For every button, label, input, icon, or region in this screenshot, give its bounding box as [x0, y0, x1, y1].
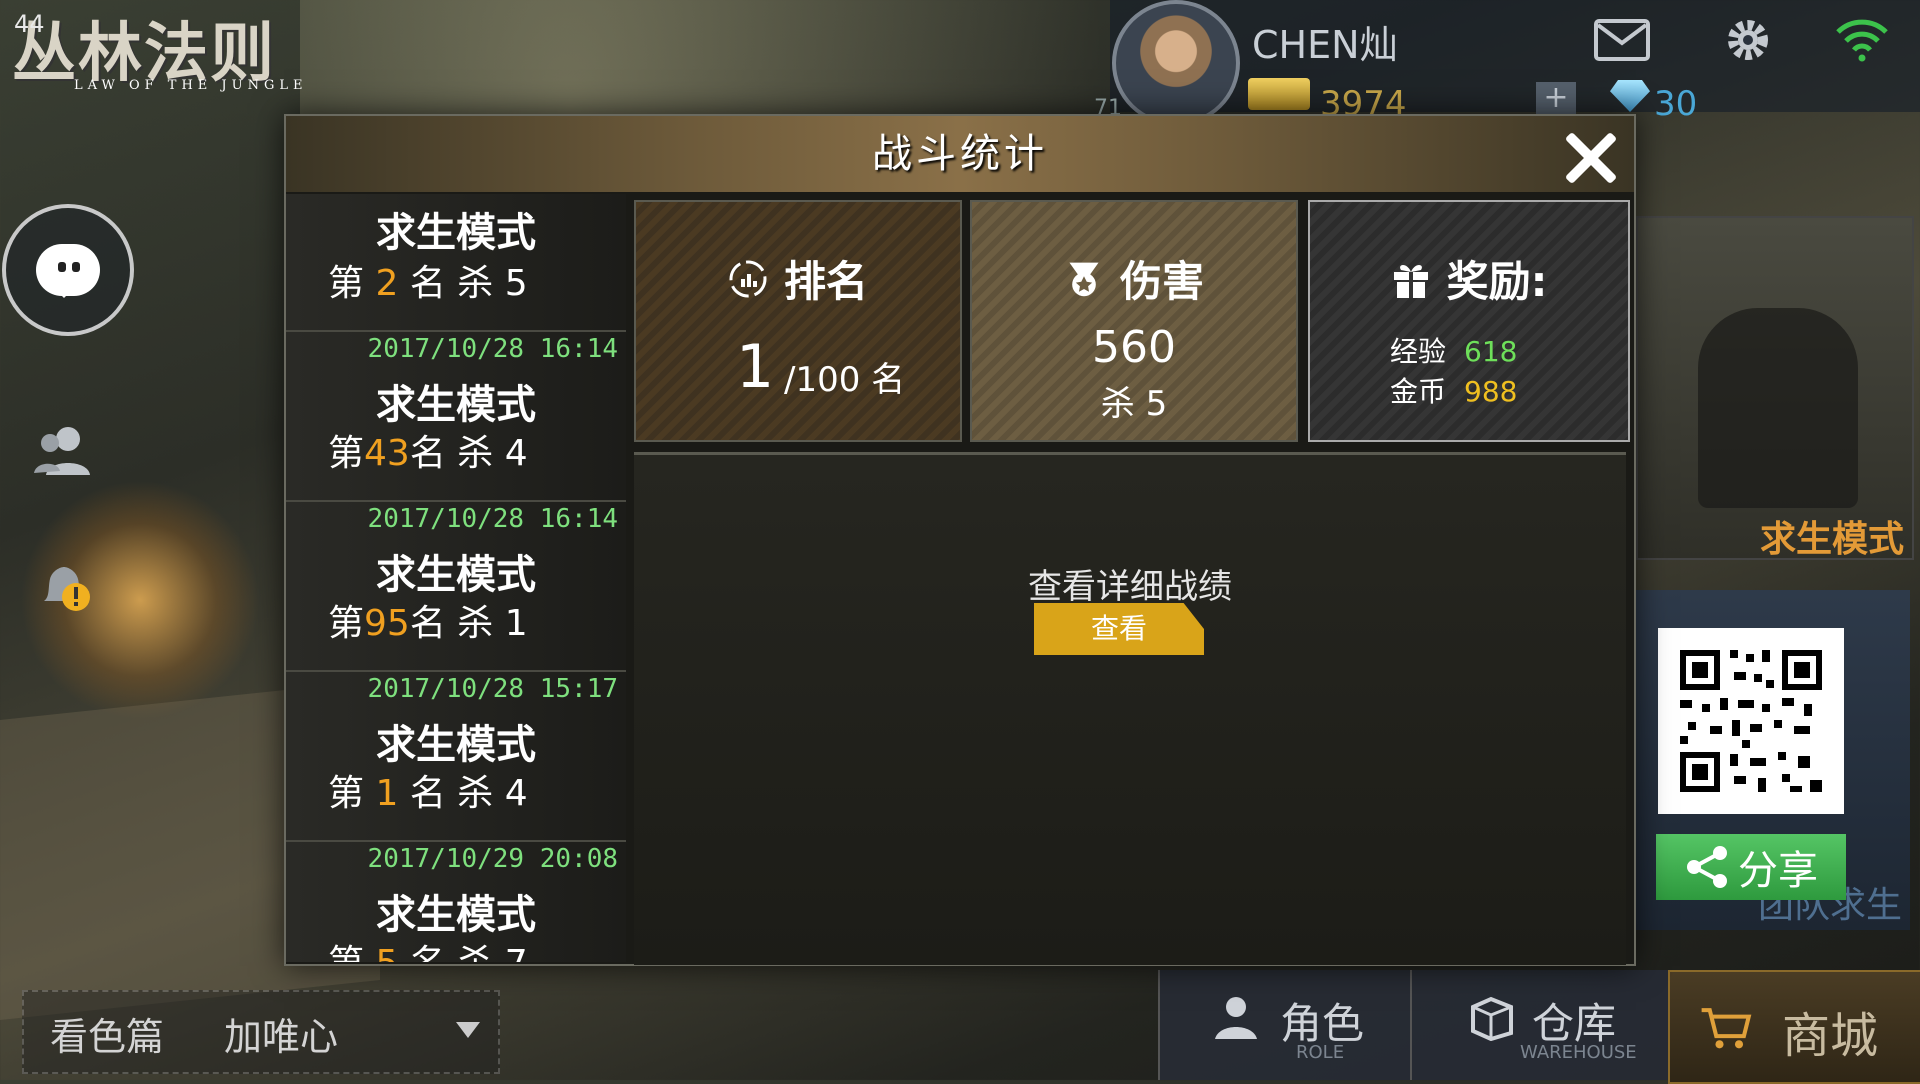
add-currency-button[interactable]: + [1536, 82, 1576, 116]
share-icon [1687, 846, 1727, 888]
gift-icon [1391, 259, 1431, 299]
rank-total: /100 名 [784, 360, 906, 400]
player-name: CHEN灿 [1252, 23, 1398, 67]
rank-value: 1 [736, 332, 775, 402]
nav-shop-button[interactable]: 商城 [1668, 970, 1920, 1084]
gold-reward: 金币 988 [1390, 375, 1518, 408]
match-history-item[interactable]: 2017/10/28 16:14 求生模式 第95名 杀 1 [286, 502, 626, 673]
damage-value: 560 [1092, 322, 1176, 373]
match-rank: 2 [375, 263, 399, 304]
mail-icon [1594, 19, 1650, 61]
gear-icon [1728, 20, 1768, 60]
battle-stats-dialog: 战斗统计 求生模式 第 2 名 杀 5 2017/10/28 16:14 求生模… [284, 114, 1636, 966]
game-logo: 丛林法则 LAW OF THE JUNGLE [12, 2, 352, 102]
rank-label: 排名 [783, 257, 868, 306]
survival-mode-card[interactable]: 求生模式 [1636, 216, 1914, 560]
match-history-item[interactable]: 2017/10/28 16:14 求生模式 第43名 杀 4 [286, 332, 626, 503]
gold-icon [1248, 78, 1310, 110]
dialog-title: 战斗统计 [872, 131, 1048, 177]
qr-code [1658, 628, 1844, 814]
rank-card: 排名 1 /100 名 [634, 200, 962, 442]
match-history-item[interactable]: 求生模式 第 2 名 杀 5 [286, 194, 626, 333]
reward-card-header: 奖励: [1310, 248, 1628, 309]
share-label: 分享 [1738, 848, 1818, 894]
match-rank: 43 [364, 433, 410, 474]
reward-card: 奖励: 经验 618 金币 988 [1308, 200, 1630, 442]
match-result: 第43名 杀 4 [328, 433, 528, 474]
nav-role-sub: ROLE [1296, 1042, 1345, 1063]
reward-label: 奖励: [1446, 257, 1548, 306]
settings-button[interactable] [1718, 12, 1778, 68]
match-result: 第 5 名 杀 7 [328, 934, 528, 962]
match-date: 2017/10/29 20:08 [367, 844, 618, 874]
wifi-icon [1836, 19, 1888, 62]
fps-counter: 44 [14, 10, 45, 38]
chat-button[interactable] [2, 204, 134, 336]
damage-card: 伤害 560 杀 5 [970, 200, 1298, 442]
rank-icon [728, 259, 768, 299]
chat-icon [36, 244, 100, 298]
medal-icon [1064, 259, 1104, 299]
chat-entry: 加唯心 [224, 1015, 339, 1059]
exp-reward: 经验 618 [1390, 335, 1518, 368]
match-mode: 求生模式 [376, 210, 536, 256]
share-button[interactable]: 分享 [1656, 834, 1846, 900]
match-date: 2017/10/28 16:14 [367, 334, 618, 364]
nav-warehouse-sub: WAREHOUSE [1520, 1042, 1637, 1063]
chat-entry: 看色篇 [50, 1015, 165, 1059]
match-result: 第95名 杀 1 [328, 603, 528, 644]
kill-count: 杀 5 [1100, 384, 1168, 424]
network-status [1832, 12, 1892, 68]
chevron-down-icon[interactable] [456, 1022, 480, 1050]
soldier-silhouette [1698, 308, 1858, 508]
match-history-item[interactable]: 2017/10/28 15:17 求生模式 第 1 名 杀 4 [286, 672, 626, 843]
match-result: 第 2 名 杀 5 [328, 263, 528, 304]
gem-amount: 30 [1654, 84, 1698, 124]
damage-card-header: 伤害 [972, 248, 1296, 309]
match-history-item[interactable]: 2017/10/29 20:08 求生模式 第 5 名 杀 7 [286, 842, 626, 962]
view-details-button[interactable]: 查看 [1034, 603, 1204, 655]
close-icon[interactable] [1562, 130, 1618, 186]
nav-shop-label: 商城 [1782, 1008, 1879, 1064]
friends-button[interactable] [4, 394, 124, 504]
survival-mode-label: 求生模式 [1759, 519, 1904, 560]
damage-label: 伤害 [1119, 257, 1204, 306]
cart-icon [1700, 1002, 1752, 1054]
nav-role-button[interactable]: 角色 ROLE [1158, 970, 1410, 1080]
match-mode: 求生模式 [376, 382, 536, 428]
detail-stats-label: 查看详细战绩 [1028, 567, 1232, 607]
match-mode: 求生模式 [376, 722, 536, 768]
bell-alert-icon [44, 567, 90, 611]
rank-card-header: 排名 [636, 248, 960, 309]
match-rank: 95 [364, 603, 410, 644]
match-rank: 1 [375, 773, 399, 814]
box-icon [1466, 992, 1518, 1044]
match-date: 2017/10/28 16:14 [367, 504, 618, 534]
person-icon [1210, 992, 1262, 1044]
player-avatar[interactable] [1112, 0, 1240, 126]
match-date: 2017/10/28 15:17 [367, 674, 618, 704]
match-mode: 求生模式 [376, 552, 536, 598]
notification-button[interactable] [4, 532, 124, 642]
match-mode: 求生模式 [376, 892, 536, 938]
match-result: 第 1 名 杀 4 [328, 773, 528, 814]
mail-button[interactable] [1592, 12, 1652, 68]
detail-panel: 查看详细战绩 查看 [634, 452, 1626, 965]
chat-channel-strip[interactable]: 看色篇 加唯心 [22, 990, 500, 1074]
match-rank: 5 [375, 943, 398, 962]
nav-warehouse-button[interactable]: 仓库 WAREHOUSE [1410, 970, 1668, 1080]
friends-icon [34, 427, 90, 475]
logo-subtitle: LAW OF THE JUNGLE [74, 78, 308, 93]
match-history-list[interactable]: 求生模式 第 2 名 杀 5 2017/10/28 16:14 求生模式 第43… [286, 194, 626, 962]
